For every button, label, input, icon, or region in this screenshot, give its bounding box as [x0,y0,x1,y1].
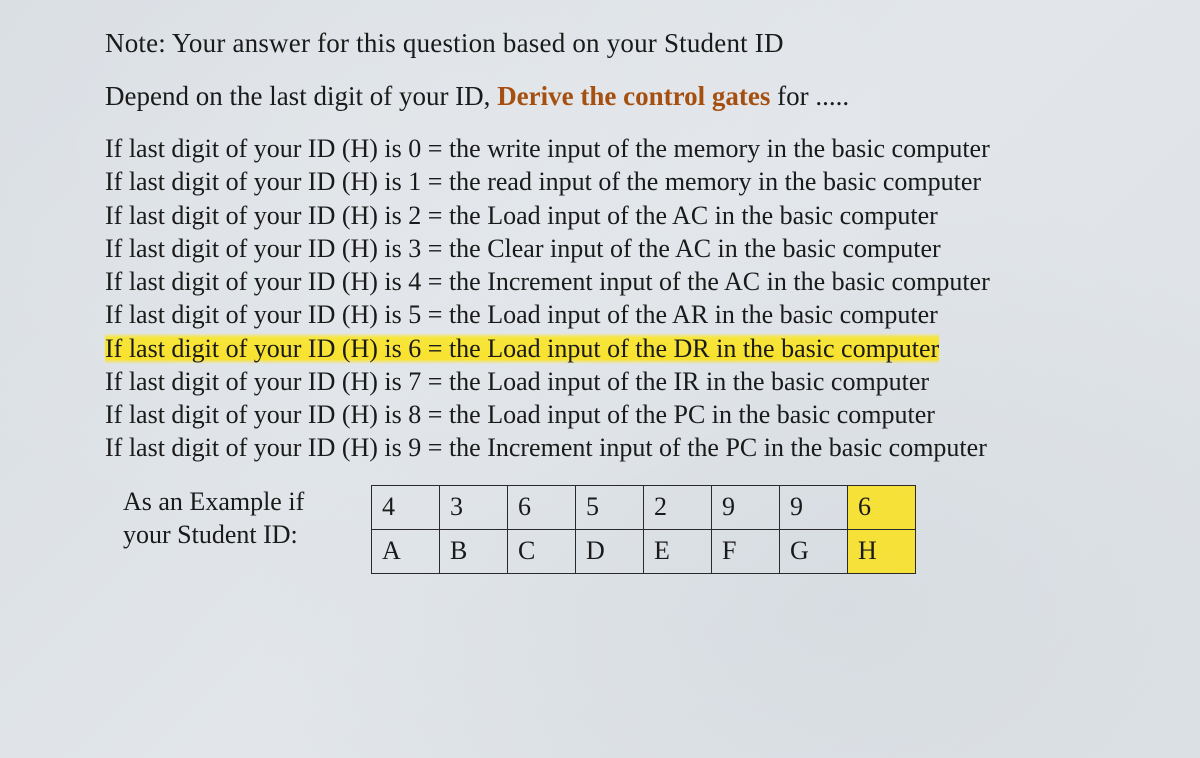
cell-digit-1: 3 [440,485,508,529]
depend-line: Depend on the last digit of your ID, Der… [105,81,1160,112]
condition-7-text: If last digit of your ID (H) is 7 = the … [105,367,929,396]
condition-5-text: If last digit of your ID (H) is 5 = the … [105,300,938,329]
condition-8: If last digit of your ID (H) is 8 = the … [105,398,1160,431]
condition-7: If last digit of your ID (H) is 7 = the … [105,365,1160,398]
condition-3-text: If last digit of your ID (H) is 3 = the … [105,234,941,263]
depend-suffix: for ..... [770,81,849,111]
condition-5: If last digit of your ID (H) is 5 = the … [105,298,1160,331]
example-label-line2: your Student ID: [123,518,353,551]
condition-1: If last digit of your ID (H) is 1 = the … [105,165,1160,198]
example-label-line1: As an Example if [123,485,353,518]
table-row-letters: A B C D E F G H [372,529,916,573]
condition-9: If last digit of your ID (H) is 9 = the … [105,431,1160,464]
condition-6-text: If last digit of your ID (H) is 6 = the … [105,333,939,364]
cell-digit-7: 6 [848,485,916,529]
cell-digit-4: 2 [644,485,712,529]
cell-digit-3: 5 [576,485,644,529]
condition-9-text: If last digit of your ID (H) is 9 = the … [105,433,987,462]
student-id-table: 4 3 6 5 2 9 9 6 A B C D E F G H [371,485,916,574]
cell-digit-6: 9 [780,485,848,529]
cell-digit-0: 4 [372,485,440,529]
note-text: Note: Your answer for this question base… [105,28,1160,59]
example-label: As an Example if your Student ID: [105,485,353,552]
cell-letter-4: E [644,529,712,573]
cell-letter-7: H [848,529,916,573]
condition-1-text: If last digit of your ID (H) is 1 = the … [105,167,981,196]
cell-letter-2: C [508,529,576,573]
cell-letter-5: F [712,529,780,573]
condition-0-text: If last digit of your ID (H) is 0 = the … [105,134,990,163]
cell-letter-0: A [372,529,440,573]
cell-letter-6: G [780,529,848,573]
depend-prefix: Depend on the last digit of your ID, [105,81,497,111]
example-row: As an Example if your Student ID: 4 3 6 … [105,485,1160,574]
table-row-digits: 4 3 6 5 2 9 9 6 [372,485,916,529]
cell-digit-2: 6 [508,485,576,529]
condition-2: If last digit of your ID (H) is 2 = the … [105,199,1160,232]
condition-6: If last digit of your ID (H) is 6 = the … [105,332,1160,365]
condition-2-text: If last digit of your ID (H) is 2 = the … [105,201,938,230]
condition-4-text: If last digit of your ID (H) is 4 = the … [105,267,990,296]
condition-4: If last digit of your ID (H) is 4 = the … [105,265,1160,298]
condition-0: If last digit of your ID (H) is 0 = the … [105,132,1160,165]
cell-letter-3: D [576,529,644,573]
cell-digit-5: 9 [712,485,780,529]
condition-3: If last digit of your ID (H) is 3 = the … [105,232,1160,265]
conditions-block: If last digit of your ID (H) is 0 = the … [105,132,1160,465]
depend-emphasis: Derive the control gates [497,81,770,111]
cell-letter-1: B [440,529,508,573]
condition-8-text: If last digit of your ID (H) is 8 = the … [105,400,935,429]
